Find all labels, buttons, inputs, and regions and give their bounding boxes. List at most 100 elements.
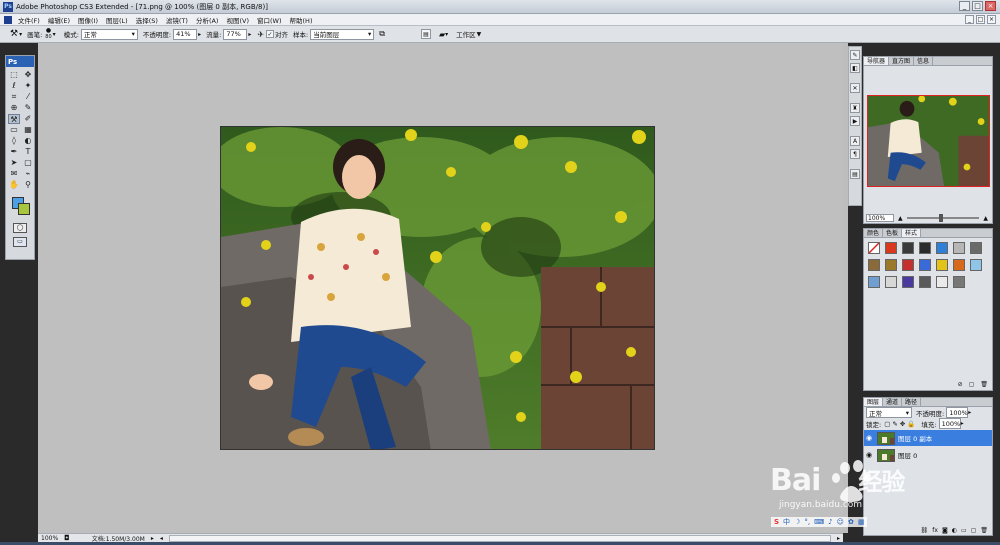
notes-tool-icon[interactable]: ✉ xyxy=(8,169,20,179)
tab-channels[interactable]: 通道 xyxy=(883,398,903,406)
layer-opacity-slider-icon[interactable]: ▸ xyxy=(968,409,971,416)
style-swatch[interactable] xyxy=(902,242,914,254)
hand-tool-icon[interactable]: ✋ xyxy=(8,180,20,190)
lock-transparency-icon[interactable]: ▢ xyxy=(884,420,890,428)
moon-icon[interactable]: ☽ xyxy=(794,518,800,526)
tab-styles[interactable]: 样式 xyxy=(902,229,922,237)
bridge-dropdown-icon[interactable]: ▾ xyxy=(445,31,448,38)
new-layer-icon[interactable]: ▢ xyxy=(971,527,977,534)
sample-select[interactable]: 当前图层 ▾ xyxy=(310,28,375,40)
workspace-dropdown-icon[interactable]: ▼ xyxy=(477,31,482,38)
keyboard-icon[interactable]: ⌨ xyxy=(814,518,824,526)
layer-opacity-input[interactable]: 100% xyxy=(946,407,969,418)
mode-select[interactable]: 正常 ▾ xyxy=(80,28,138,40)
maximize-button[interactable]: □ xyxy=(972,1,983,11)
style-swatch[interactable] xyxy=(936,242,948,254)
close-button[interactable]: × xyxy=(985,1,996,11)
quick-mask-icon[interactable]: ◯ xyxy=(13,223,27,233)
ime-toolbar[interactable]: S 中 ☽ °, ⌨ ♪ ☺ ✿ ▦ xyxy=(771,517,868,527)
menu-select[interactable]: 选择(S) xyxy=(132,15,162,25)
style-swatch[interactable] xyxy=(868,242,880,254)
background-color[interactable] xyxy=(18,203,30,215)
navigator-thumbnail[interactable] xyxy=(867,95,990,187)
document-icon[interactable] xyxy=(4,15,12,24)
airbrush-icon[interactable]: ✈ xyxy=(257,30,264,39)
horizontal-scrollbar[interactable] xyxy=(168,534,831,542)
path-selection-tool-icon[interactable]: ➤ xyxy=(8,158,20,168)
tab-info[interactable]: 信息 xyxy=(914,57,934,65)
style-swatch[interactable] xyxy=(953,276,965,288)
doc-minimize-button[interactable]: _ xyxy=(965,15,974,24)
opacity-input[interactable]: 41% xyxy=(173,28,198,40)
paragraph-panel-icon[interactable]: ¶ xyxy=(850,149,860,159)
move-tool-icon[interactable]: ✥ xyxy=(22,70,34,80)
history-brush-tool-icon[interactable]: ✐ xyxy=(22,114,34,124)
zoom-in-icon[interactable]: ▲ xyxy=(983,215,988,222)
sogou-ime-icon[interactable]: S xyxy=(774,518,779,526)
tab-navigator[interactable]: 导航器 xyxy=(864,57,890,65)
aligned-checkbox[interactable]: ✓ xyxy=(266,30,275,38)
menu-layer[interactable]: 图层(L) xyxy=(102,15,132,25)
menu-view[interactable]: 视图(V) xyxy=(222,15,253,25)
new-group-icon[interactable]: ▭ xyxy=(961,527,967,534)
clone-stamp-tool-icon[interactable]: ⚒ xyxy=(10,29,18,39)
zoom-slider-knob[interactable] xyxy=(939,214,944,222)
brush-picker[interactable]: ● 80 xyxy=(45,27,51,41)
tools-icon[interactable]: ▦ xyxy=(858,518,865,526)
marquee-tool-icon[interactable]: ⬚ xyxy=(8,70,20,80)
layer-row-copy[interactable]: ◉ 图层 0 副本 xyxy=(864,430,992,446)
visibility-eye-icon[interactable]: ◉ xyxy=(864,434,874,442)
zoom-out-icon[interactable]: ▲ xyxy=(898,215,903,222)
crop-tool-icon[interactable]: ⌗ xyxy=(8,92,20,102)
clone-stamp-tool-icon[interactable]: ⚒ xyxy=(8,114,20,124)
ime-mode-label[interactable]: 中 xyxy=(783,517,790,527)
style-swatch[interactable] xyxy=(953,259,965,271)
status-menu-arrow-icon[interactable]: ▸ xyxy=(148,535,157,542)
zoom-tool-icon[interactable]: ⚲ xyxy=(22,180,34,190)
style-swatch[interactable] xyxy=(919,276,931,288)
document-canvas[interactable] xyxy=(220,126,655,450)
delete-style-icon[interactable]: 🗑 xyxy=(980,381,988,388)
tool-preset-dropdown-icon[interactable]: ▾ xyxy=(19,31,22,38)
lasso-tool-icon[interactable]: ℓ xyxy=(8,81,20,91)
brush-dropdown-icon[interactable]: ▾ xyxy=(53,31,56,38)
new-style-icon[interactable]: ▢ xyxy=(969,381,975,388)
tool-presets-icon[interactable]: ◧ xyxy=(850,63,860,73)
punctuation-icon[interactable]: °, xyxy=(804,518,810,526)
style-swatch[interactable] xyxy=(936,259,948,271)
workspace-label[interactable]: 工作区 xyxy=(456,29,476,39)
user-icon[interactable]: ☺ xyxy=(837,518,844,526)
clear-style-icon[interactable]: ⊘ xyxy=(958,381,963,388)
fill-slider-icon[interactable]: ▸ xyxy=(961,420,964,427)
scroll-left-icon[interactable]: ◂ xyxy=(157,535,166,542)
mic-icon[interactable]: ♪ xyxy=(828,518,832,526)
skin-icon[interactable]: ✿ xyxy=(848,518,854,526)
tab-color[interactable]: 颜色 xyxy=(864,229,884,237)
dodge-tool-icon[interactable]: ◐ xyxy=(22,136,34,146)
lock-position-icon[interactable]: ✥ xyxy=(900,420,905,428)
opacity-slider-icon[interactable]: ▸ xyxy=(198,31,201,38)
style-swatch[interactable] xyxy=(919,242,931,254)
layer-comps-icon[interactable]: ▤ xyxy=(850,169,860,179)
style-swatch[interactable] xyxy=(868,259,880,271)
pen-tool-icon[interactable]: ✒ xyxy=(8,147,20,157)
tab-paths[interactable]: 路径 xyxy=(902,398,922,406)
tab-layers[interactable]: 图层 xyxy=(864,398,884,406)
eraser-tool-icon[interactable]: ▭ xyxy=(8,125,20,135)
character-panel-icon[interactable]: A xyxy=(850,136,860,146)
menu-window[interactable]: 窗口(W) xyxy=(253,15,286,25)
minimize-button[interactable]: _ xyxy=(959,1,970,11)
menu-file[interactable]: 文件(F) xyxy=(14,15,44,25)
zoom-level[interactable]: 100% xyxy=(38,535,61,542)
blur-tool-icon[interactable]: ◊ xyxy=(8,136,20,146)
flow-input[interactable]: 77% xyxy=(223,28,248,40)
style-swatch[interactable] xyxy=(970,259,982,271)
navigator-zoom-input[interactable]: 100% xyxy=(866,214,894,222)
style-swatch[interactable] xyxy=(902,259,914,271)
style-swatch[interactable] xyxy=(902,276,914,288)
adjustment-layer-icon[interactable]: ◐ xyxy=(952,527,957,534)
style-swatch[interactable] xyxy=(885,242,897,254)
style-swatch[interactable] xyxy=(970,242,982,254)
history-panel-icon[interactable]: ♜ xyxy=(850,103,860,113)
doc-restore-button[interactable]: □ xyxy=(976,15,985,24)
